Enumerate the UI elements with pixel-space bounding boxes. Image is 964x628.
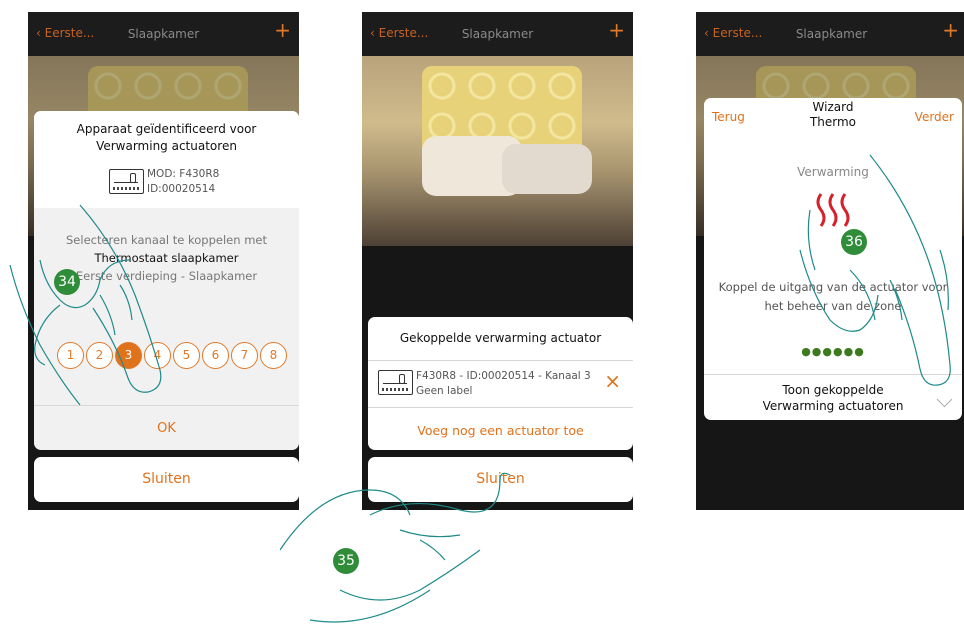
show-linked-label-2: Verwarming actuatoren xyxy=(762,399,904,413)
phone-screen-2: ‹ Eerste... Slaapkamer + Gekoppelde verw… xyxy=(362,12,633,510)
linked-actuator-dialog: Gekoppelde verwarming actuator F430R8 - … xyxy=(368,317,633,450)
remove-icon[interactable]: × xyxy=(604,371,621,391)
close-button[interactable]: Sluiten xyxy=(34,457,299,502)
add-actuator-button[interactable]: Voeg nog een actuator toe xyxy=(368,423,633,438)
pointing-hand-icon xyxy=(799,154,951,386)
step-badge-36: 36 xyxy=(841,229,867,255)
pointing-hand-icon xyxy=(9,204,162,406)
step-badge-35: 35 xyxy=(333,548,359,574)
dialog-heading: Gekoppelde verwarming actuator xyxy=(399,331,602,345)
top-bar: ‹ Eerste... Slaapkamer + xyxy=(696,12,964,56)
dialog-heading: Apparaat geïdentificeerd voor xyxy=(76,122,257,136)
dialog-subheading: Verwarming actuatoren xyxy=(96,139,237,153)
linked-actuator-label: Geen label xyxy=(416,385,473,397)
top-bar: ‹ Eerste... Slaapkamer + xyxy=(362,12,633,56)
wizard-next-button[interactable]: Verder xyxy=(915,110,954,124)
add-icon[interactable]: + xyxy=(274,20,291,40)
linked-actuator-name: F430R8 - ID:00020514 - Kanaal 3 xyxy=(416,370,591,382)
wizard-title: Wizard xyxy=(812,100,854,114)
wizard-back-button[interactable]: Terug xyxy=(712,110,745,124)
screen-title: Slaapkamer xyxy=(127,27,200,41)
step-badge-34: 34 xyxy=(54,269,80,295)
channel-7-button[interactable]: 7 xyxy=(231,342,258,369)
room-photo xyxy=(362,56,633,246)
screen-title: Slaapkamer xyxy=(795,27,868,41)
screen-title: Slaapkamer xyxy=(461,27,534,41)
add-icon[interactable]: + xyxy=(608,20,625,40)
actuator-device-icon xyxy=(378,370,413,395)
pointing-hand-icon xyxy=(280,472,511,623)
channel-6-button[interactable]: 6 xyxy=(202,342,229,369)
add-icon[interactable]: + xyxy=(942,20,959,40)
channel-8-button[interactable]: 8 xyxy=(260,342,287,369)
top-bar: ‹ Eerste... Slaapkamer + xyxy=(28,12,299,56)
wizard-subtitle: Thermo xyxy=(809,115,857,129)
